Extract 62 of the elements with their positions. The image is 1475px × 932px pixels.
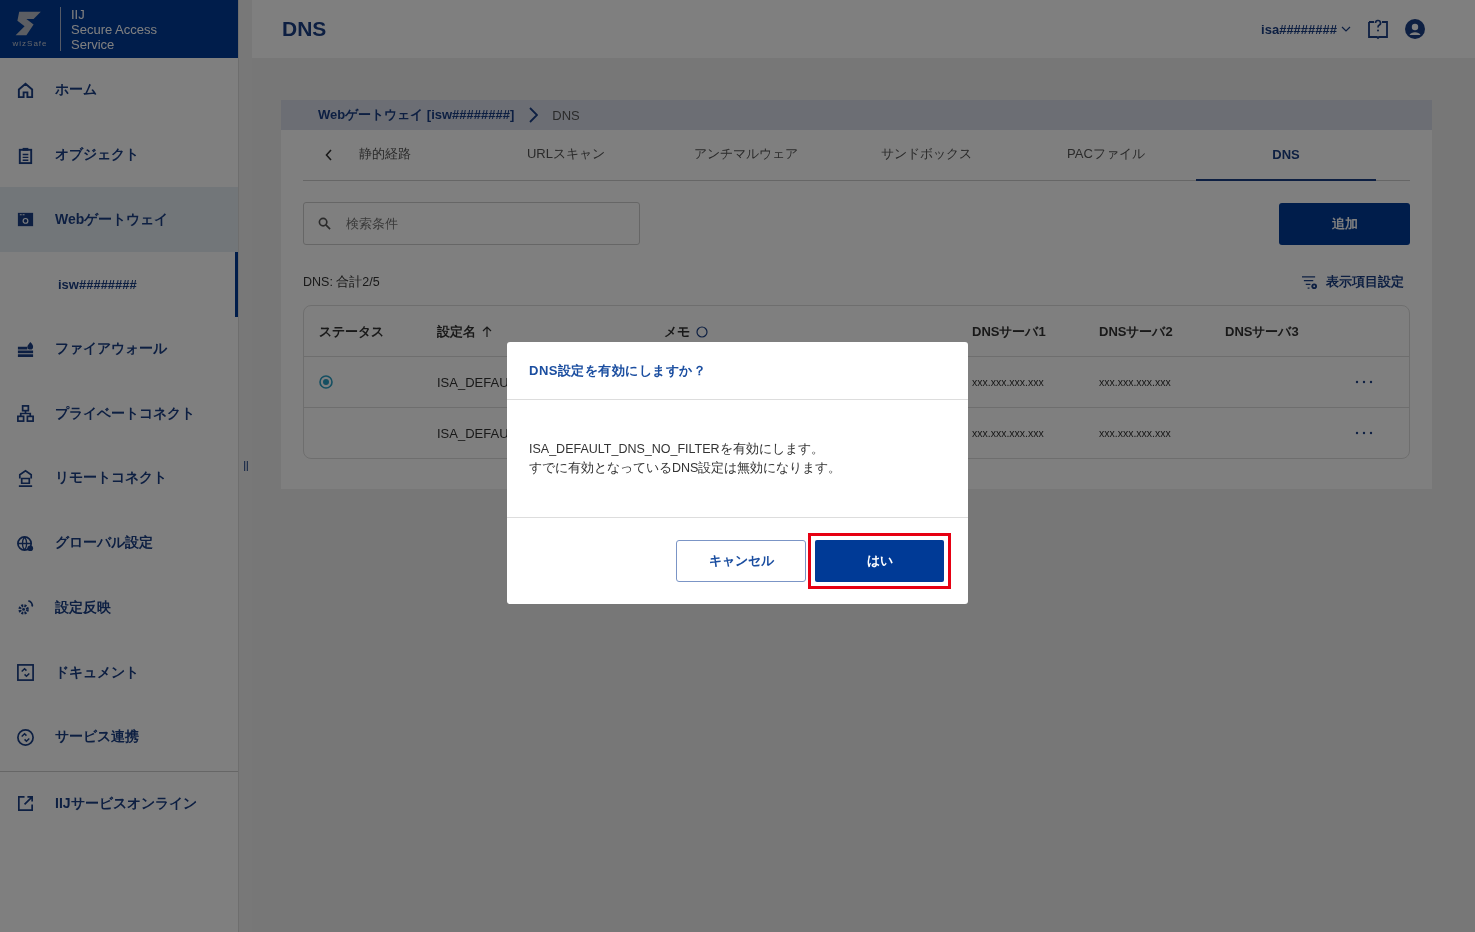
tab[interactable]: URLスキャン: [476, 129, 656, 181]
column-header: DNSサーバ3: [1225, 323, 1299, 341]
breadcrumb-link[interactable]: Webゲートウェイ [isw########]: [318, 106, 515, 124]
product-name: IIJ: [71, 6, 86, 22]
more-icon[interactable]: [1355, 380, 1373, 384]
sidebar-item[interactable]: ファイアウォール: [0, 316, 238, 382]
confirm-button[interactable]: はい: [815, 540, 944, 582]
tab[interactable]: 静的経路: [353, 129, 476, 181]
sidebar-item[interactable]: ホーム: [0, 58, 238, 123]
column-header[interactable]: 設定名: [437, 323, 476, 341]
chevron-right-icon: [528, 107, 539, 123]
column-header: DNSサーバ1: [972, 323, 1046, 341]
resize-handle-icon[interactable]: [243, 461, 248, 471]
external-link-icon: [16, 794, 35, 814]
sidebar-item[interactable]: ドキュメント: [0, 640, 238, 705]
caret-icon: [1341, 26, 1351, 32]
product-name: Secure Access: [71, 21, 157, 37]
sidebar-item[interactable]: Webゲートウェイ: [0, 187, 238, 253]
dialog-message: ISA_DEFAULT_DNS_NO_FILTERを有効にします。 すでに有効となっているDNS設定は無効になります。: [529, 440, 842, 477]
sidebar-item[interactable]: プライベートコネクト: [0, 381, 238, 447]
sort-ascending-icon[interactable]: [482, 326, 492, 338]
list-gear-icon: [1301, 274, 1318, 290]
clipboard-icon: [16, 145, 35, 165]
table-cell: xxx.xxx.xxx.xxx: [972, 376, 1044, 388]
account-menu[interactable]: isa########: [1261, 21, 1351, 37]
globe-gear-icon: [16, 533, 35, 553]
table-cell: xxx.xxx.xxx.xxx: [1099, 427, 1171, 439]
logo-text: wizSafe: [12, 39, 48, 48]
search-field[interactable]: 検索条件: [303, 202, 640, 245]
column-header: ステータス: [319, 323, 384, 341]
tab[interactable]: PACファイル: [1016, 129, 1196, 181]
table-cell: ISA_DEFAU: [437, 374, 509, 390]
tab[interactable]: DNS: [1196, 129, 1376, 181]
link-circle-icon: [16, 727, 35, 747]
document-icon: [16, 663, 35, 683]
network-tree-icon: [16, 404, 35, 424]
inbox-tray-icon: [16, 468, 35, 488]
column-header: DNSサーバ2: [1099, 323, 1173, 341]
chevron-left-icon[interactable]: [325, 149, 333, 161]
tab[interactable]: アンチマルウェア: [656, 129, 836, 181]
sidebar-item[interactable]: リモートコネクト: [0, 446, 238, 511]
breadcrumb-current: DNS: [552, 107, 580, 123]
sidebar-item[interactable]: 設定反映: [0, 575, 238, 641]
table-cell: xxx.xxx.xxx.xxx: [1099, 376, 1171, 388]
search-icon: [318, 217, 331, 230]
more-icon[interactable]: [1355, 431, 1373, 435]
page-title: DNS: [282, 17, 327, 41]
home-icon: [16, 80, 35, 100]
sidebar-item[interactable]: グローバル設定: [0, 510, 238, 576]
cancel-button[interactable]: キャンセル: [676, 540, 806, 582]
column-header: メモ: [664, 323, 690, 341]
user-avatar-icon[interactable]: [1405, 19, 1425, 39]
column-settings-link[interactable]: 表示項目設定: [1301, 273, 1404, 291]
table-cell: xxx.xxx.xxx.xxx: [972, 427, 1044, 439]
product-name: Service: [71, 36, 116, 52]
brick-wall-icon: [16, 339, 35, 359]
tab[interactable]: サンドボックス: [836, 129, 1016, 181]
table-cell: ISA_DEFAU: [437, 425, 509, 441]
add-button[interactable]: 追加: [1279, 202, 1410, 245]
sidebar-item[interactable]: サービス連携: [0, 704, 238, 770]
record-count: DNS: 合計2/5: [303, 273, 380, 291]
dialog-title: DNS設定を有効にしますか？: [507, 342, 968, 400]
